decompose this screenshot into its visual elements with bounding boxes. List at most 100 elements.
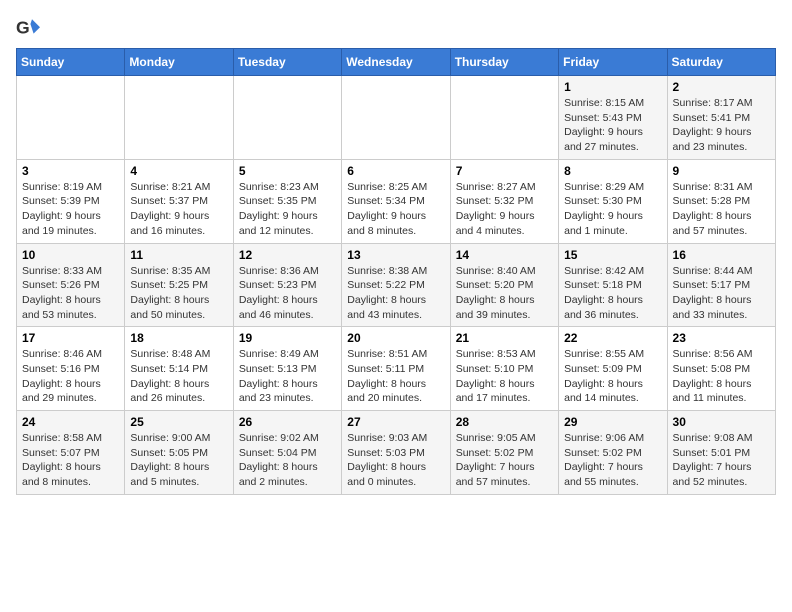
day-info: Sunrise: 8:42 AM Sunset: 5:18 PM Dayligh… bbox=[564, 264, 661, 323]
day-of-week-header: Saturday bbox=[667, 49, 775, 76]
day-number: 9 bbox=[673, 164, 770, 178]
day-number: 25 bbox=[130, 415, 227, 429]
day-number: 28 bbox=[456, 415, 553, 429]
calendar-cell: 24Sunrise: 8:58 AM Sunset: 5:07 PM Dayli… bbox=[17, 411, 125, 495]
day-of-week-header: Wednesday bbox=[342, 49, 450, 76]
calendar-header: SundayMondayTuesdayWednesdayThursdayFrid… bbox=[17, 49, 776, 76]
svg-text:G: G bbox=[16, 18, 30, 38]
day-info: Sunrise: 8:27 AM Sunset: 5:32 PM Dayligh… bbox=[456, 180, 553, 239]
day-info: Sunrise: 8:15 AM Sunset: 5:43 PM Dayligh… bbox=[564, 96, 661, 155]
calendar-cell: 20 Sunrise: 8:51 AM Sunset: 5:11 PM Dayli… bbox=[342, 327, 450, 411]
day-number: 16 bbox=[673, 248, 770, 262]
day-number: 14 bbox=[456, 248, 553, 262]
day-info: Sunrise: 9:06 AM Sunset: 5:02 PM Dayligh… bbox=[564, 431, 661, 490]
day-info: Sunrise: 8:55 AM Sunset: 5:09 PM Dayligh… bbox=[564, 347, 661, 406]
day-info: Sunrise: 8:17 AM Sunset: 5:41 PM Dayligh… bbox=[673, 96, 770, 155]
calendar-cell: 25 Sunrise: 9:00 AM Sunset: 5:05 PM Dayli… bbox=[125, 411, 233, 495]
logo-icon: G bbox=[16, 16, 40, 40]
day-info: Sunrise: 8:36 AM Sunset: 5:23 PM Dayligh… bbox=[239, 264, 336, 323]
calendar-cell: 26 Sunrise: 9:02 AM Sunset: 5:04 PM Dayli… bbox=[233, 411, 341, 495]
day-number: 26 bbox=[239, 415, 336, 429]
calendar-cell: 16 Sunrise: 8:44 AM Sunset: 5:17 PM Dayli… bbox=[667, 243, 775, 327]
day-of-week-header: Sunday bbox=[17, 49, 125, 76]
calendar-cell: 13 Sunrise: 8:38 AM Sunset: 5:22 PM Dayli… bbox=[342, 243, 450, 327]
calendar-cell: 3 Sunrise: 8:19 AM Sunset: 5:39 PM Daylig… bbox=[17, 159, 125, 243]
day-number: 3 bbox=[22, 164, 119, 178]
day-info: Sunrise: 9:02 AM Sunset: 5:04 PM Dayligh… bbox=[239, 431, 336, 490]
day-number: 8 bbox=[564, 164, 661, 178]
day-info: Sunrise: 9:03 AM Sunset: 5:03 PM Dayligh… bbox=[347, 431, 444, 490]
calendar-cell bbox=[233, 76, 341, 160]
calendar-cell bbox=[450, 76, 558, 160]
day-info: Sunrise: 9:00 AM Sunset: 5:05 PM Dayligh… bbox=[130, 431, 227, 490]
day-info: Sunrise: 8:25 AM Sunset: 5:34 PM Dayligh… bbox=[347, 180, 444, 239]
day-info: Sunrise: 8:46 AM Sunset: 5:16 PM Dayligh… bbox=[22, 347, 119, 406]
day-info: Sunrise: 8:56 AM Sunset: 5:08 PM Dayligh… bbox=[673, 347, 770, 406]
calendar-cell: 17 Sunrise: 8:46 AM Sunset: 5:16 PM Dayli… bbox=[17, 327, 125, 411]
day-info: Sunrise: 8:29 AM Sunset: 5:30 PM Dayligh… bbox=[564, 180, 661, 239]
day-info: Sunrise: 8:58 AM Sunset: 5:07 PM Dayligh… bbox=[22, 431, 119, 490]
calendar-table: SundayMondayTuesdayWednesdayThursdayFrid… bbox=[16, 48, 776, 495]
day-info: Sunrise: 8:48 AM Sunset: 5:14 PM Dayligh… bbox=[130, 347, 227, 406]
day-number: 11 bbox=[130, 248, 227, 262]
calendar-cell: 7 Sunrise: 8:27 AM Sunset: 5:32 PM Daylig… bbox=[450, 159, 558, 243]
calendar-cell: 4 Sunrise: 8:21 AM Sunset: 5:37 PM Daylig… bbox=[125, 159, 233, 243]
calendar-cell: 5Sunrise: 8:23 AM Sunset: 5:35 PM Daylig… bbox=[233, 159, 341, 243]
day-number: 23 bbox=[673, 331, 770, 345]
day-number: 1 bbox=[564, 80, 661, 94]
calendar-cell: 22 Sunrise: 8:55 AM Sunset: 5:09 PM Dayli… bbox=[559, 327, 667, 411]
calendar-cell bbox=[342, 76, 450, 160]
day-info: Sunrise: 8:35 AM Sunset: 5:25 PM Dayligh… bbox=[130, 264, 227, 323]
day-of-week-header: Thursday bbox=[450, 49, 558, 76]
calendar-cell: 27Sunrise: 9:03 AM Sunset: 5:03 PM Dayli… bbox=[342, 411, 450, 495]
calendar-cell: 30 Sunrise: 9:08 AM Sunset: 5:01 PM Dayli… bbox=[667, 411, 775, 495]
day-info: Sunrise: 9:08 AM Sunset: 5:01 PM Dayligh… bbox=[673, 431, 770, 490]
day-number: 17 bbox=[22, 331, 119, 345]
day-number: 15 bbox=[564, 248, 661, 262]
day-of-week-header: Monday bbox=[125, 49, 233, 76]
day-info: Sunrise: 8:31 AM Sunset: 5:28 PM Dayligh… bbox=[673, 180, 770, 239]
day-info: Sunrise: 8:49 AM Sunset: 5:13 PM Dayligh… bbox=[239, 347, 336, 406]
page-header: G bbox=[16, 16, 776, 40]
calendar-cell bbox=[17, 76, 125, 160]
day-info: Sunrise: 8:51 AM Sunset: 5:11 PM Dayligh… bbox=[347, 347, 444, 406]
calendar-cell: 6 Sunrise: 8:25 AM Sunset: 5:34 PM Daylig… bbox=[342, 159, 450, 243]
day-number: 7 bbox=[456, 164, 553, 178]
day-number: 6 bbox=[347, 164, 444, 178]
calendar-cell: 15 Sunrise: 8:42 AM Sunset: 5:18 PM Dayli… bbox=[559, 243, 667, 327]
day-info: Sunrise: 9:05 AM Sunset: 5:02 PM Dayligh… bbox=[456, 431, 553, 490]
calendar-cell: 19 Sunrise: 8:49 AM Sunset: 5:13 PM Dayli… bbox=[233, 327, 341, 411]
day-number: 2 bbox=[673, 80, 770, 94]
calendar-cell bbox=[125, 76, 233, 160]
calendar-cell: 9 Sunrise: 8:31 AM Sunset: 5:28 PM Daylig… bbox=[667, 159, 775, 243]
day-of-week-header: Tuesday bbox=[233, 49, 341, 76]
calendar-cell: 28 Sunrise: 9:05 AM Sunset: 5:02 PM Dayli… bbox=[450, 411, 558, 495]
calendar-cell: 12 Sunrise: 8:36 AM Sunset: 5:23 PM Dayli… bbox=[233, 243, 341, 327]
day-number: 30 bbox=[673, 415, 770, 429]
day-info: Sunrise: 8:21 AM Sunset: 5:37 PM Dayligh… bbox=[130, 180, 227, 239]
calendar-cell: 14Sunrise: 8:40 AM Sunset: 5:20 PM Dayli… bbox=[450, 243, 558, 327]
calendar-cell: 8 Sunrise: 8:29 AM Sunset: 5:30 PM Daylig… bbox=[559, 159, 667, 243]
logo: G bbox=[16, 16, 44, 40]
day-info: Sunrise: 8:19 AM Sunset: 5:39 PM Dayligh… bbox=[22, 180, 119, 239]
calendar-cell: 1 Sunrise: 8:15 AM Sunset: 5:43 PM Daylig… bbox=[559, 76, 667, 160]
calendar-cell: 2 Sunrise: 8:17 AM Sunset: 5:41 PM Daylig… bbox=[667, 76, 775, 160]
day-number: 13 bbox=[347, 248, 444, 262]
day-number: 5 bbox=[239, 164, 336, 178]
calendar-cell: 23 Sunrise: 8:56 AM Sunset: 5:08 PM Dayli… bbox=[667, 327, 775, 411]
day-info: Sunrise: 8:44 AM Sunset: 5:17 PM Dayligh… bbox=[673, 264, 770, 323]
day-of-week-header: Friday bbox=[559, 49, 667, 76]
day-number: 18 bbox=[130, 331, 227, 345]
day-number: 10 bbox=[22, 248, 119, 262]
day-number: 22 bbox=[564, 331, 661, 345]
day-number: 21 bbox=[456, 331, 553, 345]
day-number: 12 bbox=[239, 248, 336, 262]
day-info: Sunrise: 8:33 AM Sunset: 5:26 PM Dayligh… bbox=[22, 264, 119, 323]
calendar-cell: 29Sunrise: 9:06 AM Sunset: 5:02 PM Dayli… bbox=[559, 411, 667, 495]
day-number: 19 bbox=[239, 331, 336, 345]
day-number: 20 bbox=[347, 331, 444, 345]
day-number: 4 bbox=[130, 164, 227, 178]
calendar-cell: 18 Sunrise: 8:48 AM Sunset: 5:14 PM Dayli… bbox=[125, 327, 233, 411]
day-info: Sunrise: 8:53 AM Sunset: 5:10 PM Dayligh… bbox=[456, 347, 553, 406]
day-info: Sunrise: 8:38 AM Sunset: 5:22 PM Dayligh… bbox=[347, 264, 444, 323]
